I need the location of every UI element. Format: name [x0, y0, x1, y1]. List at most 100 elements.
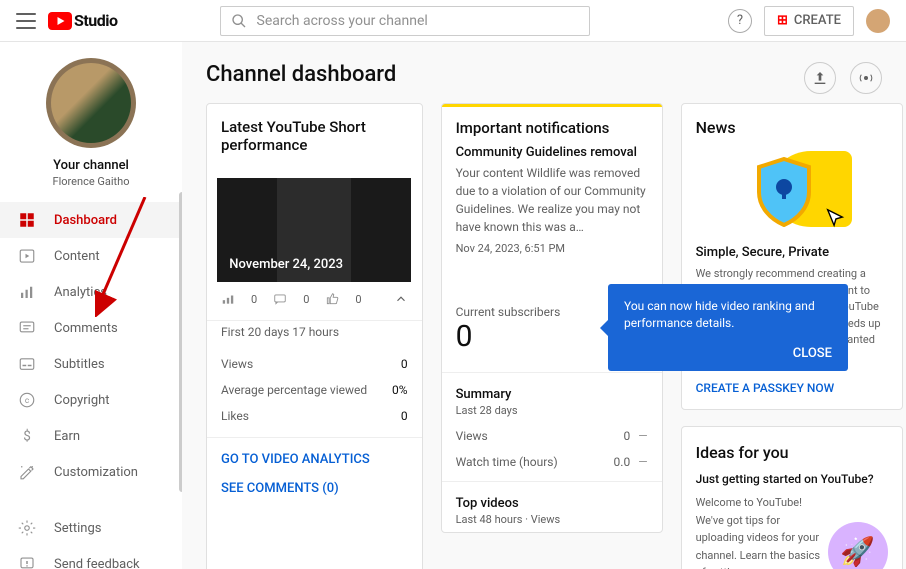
nav-label: Send feedback: [54, 557, 140, 569]
tooltip-close-button[interactable]: CLOSE: [624, 346, 832, 361]
likes-icon: [325, 292, 339, 306]
video-analytics-link[interactable]: GO TO VIDEO ANALYTICS: [207, 442, 422, 471]
live-icon: [858, 70, 874, 86]
metric-label: Average percentage viewed: [221, 383, 367, 397]
see-comments-link[interactable]: SEE COMMENTS (0): [207, 471, 422, 510]
metric-label: Views: [221, 357, 253, 371]
top-videos-sub: Last 48 hours · Views: [456, 513, 648, 526]
metric-value: 0: [401, 357, 408, 371]
content-icon: [18, 247, 36, 265]
metric-value: 0: [401, 409, 408, 423]
logo-text: Studio: [74, 11, 118, 30]
summary-delta: —: [638, 455, 647, 469]
account-avatar[interactable]: [866, 9, 890, 33]
main-content: Channel dashboard Latest YouTube Short p…: [182, 42, 906, 569]
nav-item-customization[interactable]: Customization: [0, 454, 182, 490]
shield-icon: [754, 157, 814, 227]
news-title: News: [682, 104, 902, 137]
stat-comments: 0: [303, 293, 309, 306]
settings-icon: [18, 519, 36, 537]
go-live-button[interactable]: [850, 62, 882, 94]
sidebar: Your channel Florence Gaitho DashboardCo…: [0, 42, 182, 569]
stat-likes: 0: [355, 293, 361, 306]
video-thumbnail[interactable]: November 24, 2023: [217, 178, 411, 282]
nav-item-analytics[interactable]: Analytics: [0, 274, 182, 310]
nav-item-copyright[interactable]: c Copyright: [0, 382, 182, 418]
metric-row: Average percentage viewed0%: [207, 377, 422, 403]
svg-text:c: c: [25, 396, 30, 406]
nav-label: Content: [54, 249, 100, 264]
summary-value: 0.0: [614, 455, 631, 469]
nav-item-comments[interactable]: Comments: [0, 310, 182, 346]
earn-icon: $: [18, 427, 36, 445]
search-placeholder: Search across your channel: [257, 13, 428, 29]
metric-row: Views 0: [207, 351, 422, 377]
nav-label: Customization: [54, 465, 138, 480]
metric-label: Likes: [221, 409, 249, 423]
nav-label: Comments: [54, 321, 118, 336]
comments-icon: [18, 319, 36, 337]
summary-title: Summary: [456, 387, 648, 402]
nav-item-content[interactable]: Content: [0, 238, 182, 274]
stat-views: 0: [251, 293, 257, 306]
summary-delta: —: [638, 429, 647, 443]
channel-label: Your channel: [0, 158, 182, 173]
create-label: CREATE: [794, 13, 841, 28]
ideas-title: Ideas for you: [682, 427, 902, 472]
youtube-icon: [48, 12, 72, 30]
nav-label: Earn: [54, 429, 80, 444]
video-title: November 24, 2023: [229, 257, 343, 272]
customization-icon: [18, 463, 36, 481]
nav-item-dashboard[interactable]: Dashboard: [0, 202, 182, 238]
summary-label: Views: [456, 429, 488, 443]
ideas-subtitle: Just getting started on YouTube?: [682, 472, 902, 494]
nav-item-subtitles[interactable]: Subtitles: [0, 346, 182, 382]
notifications-title: Important notifications: [442, 107, 662, 145]
tooltip-body: You can now hide video ranking and perfo…: [624, 298, 832, 332]
summary-period: Last 28 days: [456, 404, 648, 417]
search-input[interactable]: Search across your channel: [220, 6, 590, 36]
notification-item-title: Community Guidelines removal: [442, 145, 662, 164]
summary-value: 0: [623, 429, 630, 443]
hamburger-menu[interactable]: [16, 13, 36, 29]
cursor-icon: [824, 207, 846, 229]
hint-tooltip: You can now hide video ranking and perfo…: [608, 284, 848, 371]
upload-button[interactable]: [804, 62, 836, 94]
channel-avatar[interactable]: [46, 58, 136, 148]
copyright-icon: c: [18, 391, 36, 409]
news-hero-title: Simple, Secure, Private: [682, 245, 902, 266]
nav-label: Dashboard: [54, 213, 117, 228]
feedback-icon: [18, 555, 36, 569]
latest-card-title: Latest YouTube Short performance: [221, 118, 408, 154]
views-icon: [221, 292, 235, 306]
news-graphic: [732, 145, 852, 235]
nav-label: Copyright: [54, 393, 110, 408]
subtitles-icon: [18, 355, 36, 373]
create-plus-icon: ⊞: [777, 13, 788, 28]
nav-label: Subtitles: [54, 357, 105, 372]
upload-icon: [812, 70, 828, 86]
studio-logo[interactable]: Studio: [48, 11, 118, 30]
create-passkey-link[interactable]: CREATE A PASSKEY NOW: [682, 375, 902, 409]
summary-row: Watch time (hours)0.0—: [442, 449, 662, 475]
analytics-icon: [18, 283, 36, 301]
search-icon: [231, 13, 247, 29]
comments-icon: [273, 292, 287, 306]
latest-performance-card: Latest YouTube Short performance Novembe…: [206, 103, 423, 569]
create-button[interactable]: ⊞ CREATE: [764, 6, 854, 36]
page-title: Channel dashboard: [206, 62, 882, 87]
top-videos-title: Top videos: [456, 496, 648, 511]
ideas-card: Ideas for you Just getting started on Yo…: [681, 426, 903, 569]
svg-text:$: $: [23, 429, 31, 445]
nav-label: Analytics: [54, 285, 107, 300]
help-button[interactable]: ?: [728, 9, 752, 33]
nav-label: Settings: [54, 521, 101, 536]
notification-item-time: Nov 24, 2023, 6:51 PM: [442, 242, 662, 265]
period-label: First 20 days 17 hours: [207, 325, 422, 339]
nav-item-earn[interactable]: $ Earn: [0, 418, 182, 454]
notification-item-body: Your content Wildlife was removed due to…: [442, 164, 662, 242]
nav-item-settings[interactable]: Settings: [0, 510, 182, 546]
nav-item-feedback[interactable]: Send feedback: [0, 546, 182, 569]
chevron-up-icon[interactable]: [394, 292, 408, 306]
app-header: Studio Search across your channel ? ⊞ CR…: [0, 0, 906, 42]
